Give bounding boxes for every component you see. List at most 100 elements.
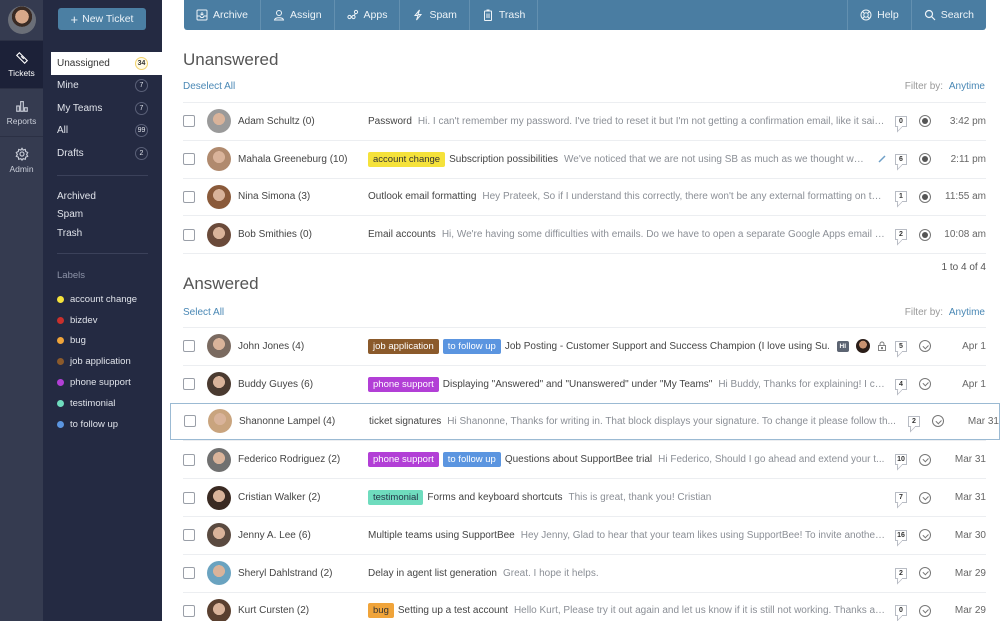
rail-item-tickets[interactable]: Tickets <box>0 40 43 88</box>
ticket-meta: HI 5 Apr 1 <box>836 339 986 354</box>
ticket-checkbox[interactable] <box>183 228 195 241</box>
unanswered-status-icon <box>919 228 931 241</box>
ticket-checkbox[interactable] <box>183 529 195 542</box>
ticket-label-tag[interactable]: phone support <box>368 452 439 468</box>
new-ticket-label: New Ticket <box>82 13 134 25</box>
customer-name[interactable]: Kurt Cursten (2) <box>238 605 368 616</box>
customer-name[interactable]: Sheryl Dahlstrand (2) <box>238 568 368 579</box>
customer-name[interactable]: Buddy Guyes (6) <box>238 379 368 390</box>
ticket-row[interactable]: Kurt Cursten (2) bug Setting up a test acc… <box>183 591 986 621</box>
spam-button[interactable]: Spam <box>400 0 470 30</box>
customer-name[interactable]: Shanonne Lampel (4) <box>239 416 369 427</box>
ticket-content[interactable]: ticket signatures Hi Shanonne, Thanks for… <box>369 416 900 427</box>
ticket-content[interactable]: job application to follow up Job Posting -… <box>368 338 829 354</box>
ticket-content[interactable]: phone support to follow up Questions about… <box>368 452 887 468</box>
ticket-row[interactable]: Sheryl Dahlstrand (2) Delay in agent list… <box>183 553 986 592</box>
user-avatar[interactable] <box>7 6 36 34</box>
label-item[interactable]: job application <box>57 351 137 372</box>
folder-mine[interactable]: Mine 7 <box>43 75 162 98</box>
folder-count-badge: 7 <box>135 79 148 93</box>
ticket-row[interactable]: Federico Rodriguez (2) phone support to fo… <box>183 440 986 478</box>
ticket-row[interactable]: Cristian Walker (2) testimonial Forms and … <box>183 478 986 516</box>
ticket-checkbox[interactable] <box>183 153 195 166</box>
ticket-meta: 1 11:55 am <box>895 190 986 203</box>
ticket-content[interactable]: Email accounts Hi, We're having some diff… <box>368 229 887 240</box>
ticket-checkbox[interactable] <box>183 491 195 504</box>
ticket-content[interactable]: Outlook email formatting Hey Prateek, So … <box>368 191 887 202</box>
user-avatar-area[interactable] <box>0 0 43 40</box>
ticket-checkbox[interactable] <box>184 415 196 428</box>
ticket-content[interactable]: Multiple teams using SupportBee Hey Jenny… <box>368 530 887 541</box>
label-name: testimonial <box>70 397 116 409</box>
filter-anytime-link[interactable]: Anytime <box>949 81 985 92</box>
customer-name[interactable]: Jenny A. Lee (6) <box>238 530 368 541</box>
ticket-checkbox[interactable] <box>183 115 195 128</box>
ticket-content[interactable]: account change Subscription possibilities… <box>368 151 869 167</box>
filter-anytime-link[interactable]: Anytime <box>949 307 985 318</box>
folder-spam[interactable]: Spam <box>43 206 162 225</box>
apps-button[interactable]: Apps <box>335 0 401 30</box>
label-item[interactable]: bug <box>57 331 137 352</box>
ticket-label-tag[interactable]: to follow up <box>442 452 501 468</box>
customer-name[interactable]: Mahala Greeneburg (10) <box>238 154 368 165</box>
select-all-link[interactable]: Select All <box>183 307 224 318</box>
new-ticket-button[interactable]: + New Ticket <box>58 8 146 30</box>
folder-all[interactable]: All 99 <box>43 120 162 143</box>
customer-name[interactable]: Adam Schultz (0) <box>238 116 368 127</box>
label-item[interactable]: testimonial <box>57 393 137 414</box>
folder-archived[interactable]: Archived <box>43 187 162 206</box>
ticket-checkbox[interactable] <box>183 190 195 203</box>
ticket-row[interactable]: Buddy Guyes (6) phone support Displaying "… <box>183 364 986 403</box>
ticket-row[interactable]: John Jones (4) job application to follow u… <box>183 327 986 365</box>
label-item[interactable]: to follow up <box>57 414 137 435</box>
rail-item-reports[interactable]: Reports <box>0 88 43 136</box>
customer-name[interactable]: Federico Rodriguez (2) <box>238 454 368 465</box>
label-item[interactable]: phone support <box>57 372 137 393</box>
ticket-label-tag[interactable]: bug <box>368 603 394 619</box>
rail-item-admin[interactable]: Admin <box>0 136 43 184</box>
ticket-row[interactable]: Jenny A. Lee (6) Multiple teams using Sup… <box>183 515 986 554</box>
customer-name[interactable]: Nina Simona (3) <box>238 191 368 202</box>
help-button[interactable]: Help <box>847 0 911 30</box>
customer-name[interactable]: Cristian Walker (2) <box>238 492 368 503</box>
ticket-label-tag[interactable]: testimonial <box>368 490 424 506</box>
ticket-checkbox[interactable] <box>183 378 195 391</box>
lifebuoy-icon <box>860 9 872 21</box>
ticket-checkbox[interactable] <box>183 604 195 617</box>
folder-my-teams[interactable]: My Teams 7 <box>43 97 162 120</box>
ticket-content[interactable]: Password Hi. I can't remember my password… <box>368 116 887 127</box>
customer-avatar <box>208 409 232 434</box>
ticket-checkbox[interactable] <box>183 567 195 580</box>
label-item[interactable]: account change <box>57 289 137 310</box>
ticket-time: 10:08 am <box>944 229 986 241</box>
answered-ticket-list: John Jones (4) job application to follow u… <box>170 327 1000 621</box>
archive-button[interactable]: Archive <box>184 0 262 30</box>
ticket-preview: Hey Jenny, Glad to hear that your team l… <box>520 529 887 541</box>
ticket-subject: ticket signatures <box>369 415 442 427</box>
folder-drafts[interactable]: Drafts 2 <box>43 142 162 165</box>
ticket-checkbox[interactable] <box>183 340 195 353</box>
folder-trash[interactable]: Trash <box>43 224 162 243</box>
trash-button[interactable]: Trash <box>470 0 539 30</box>
assign-button[interactable]: Assign <box>261 0 335 30</box>
ticket-content[interactable]: testimonial Forms and keyboard shortcuts T… <box>368 490 887 506</box>
search-button[interactable]: Search <box>910 0 986 30</box>
ticket-row[interactable]: Adam Schultz (0) Password Hi. I can't reme… <box>183 102 986 140</box>
ticket-content[interactable]: bug Setting up a test account Hello Kurt, … <box>368 603 887 619</box>
customer-name[interactable]: Bob Smithies (0) <box>238 229 368 240</box>
deselect-all-link[interactable]: Deselect All <box>183 81 235 92</box>
ticket-row[interactable]: Bob Smithies (0) Email accounts Hi, We're … <box>183 215 986 253</box>
ticket-content[interactable]: phone support Displaying "Answered" and "… <box>368 376 887 392</box>
ticket-row[interactable]: Mahala Greeneburg (10) account change Subs… <box>183 139 986 178</box>
ticket-label-tag[interactable]: job application <box>368 338 439 354</box>
ticket-row[interactable]: Shanonne Lampel (4) ticket signatures Hi S… <box>170 402 1000 441</box>
folder-unassigned[interactable]: Unassigned 34 <box>51 52 162 75</box>
ticket-label-tag[interactable]: account change <box>368 151 446 167</box>
customer-name[interactable]: John Jones (4) <box>238 341 368 352</box>
ticket-content[interactable]: Delay in agent list generation Great. I h… <box>368 568 887 579</box>
ticket-checkbox[interactable] <box>183 453 195 466</box>
label-item[interactable]: bizdev <box>57 310 137 331</box>
ticket-row[interactable]: Nina Simona (3) Outlook email formatting H… <box>183 177 986 216</box>
ticket-label-tag[interactable]: to follow up <box>442 338 501 354</box>
ticket-label-tag[interactable]: phone support <box>368 376 439 392</box>
